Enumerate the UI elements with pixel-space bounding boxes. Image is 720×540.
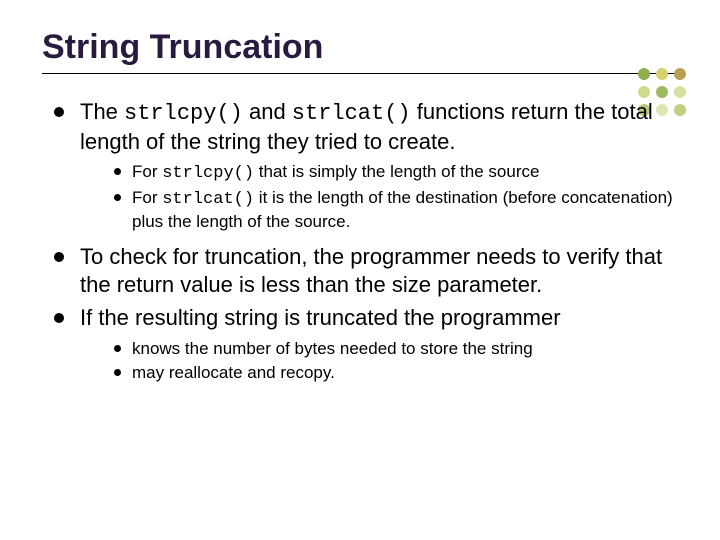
title-underline (42, 73, 682, 74)
bullet-item: To check for truncation, the programmer … (54, 243, 678, 298)
slide: String Truncation The strlcpy() and strl… (0, 0, 720, 540)
text: The (80, 99, 124, 124)
text: For (132, 188, 162, 207)
text: If the resulting string is truncated the… (80, 305, 561, 330)
bullet-item: The strlcpy() and strlcat() functions re… (54, 98, 678, 233)
text: may reallocate and recopy. (132, 363, 335, 382)
dot-icon (638, 86, 650, 98)
bullet-list: The strlcpy() and strlcat() functions re… (42, 98, 678, 384)
dot-icon (674, 68, 686, 80)
dot-icon (638, 68, 650, 80)
code-text: strlcat() (292, 101, 411, 126)
sub-bullet-item: knows the number of bytes needed to stor… (114, 338, 678, 360)
code-text: strlcpy() (162, 164, 254, 183)
text: knows the number of bytes needed to stor… (132, 339, 533, 358)
sub-bullet-list: For strlcpy() that is simply the length … (80, 161, 678, 233)
code-text: strlcat() (162, 190, 254, 209)
dot-icon (656, 86, 668, 98)
sub-bullet-item: For strlcat() it is the length of the de… (114, 187, 678, 233)
dot-icon (674, 86, 686, 98)
dot-icon (656, 68, 668, 80)
text: and (243, 99, 292, 124)
sub-bullet-item: For strlcpy() that is simply the length … (114, 161, 678, 185)
text: For (132, 162, 162, 181)
sub-bullet-list: knows the number of bytes needed to stor… (80, 338, 678, 384)
text: To check for truncation, the programmer … (80, 244, 662, 297)
text: that is simply the length of the source (254, 162, 539, 181)
slide-title: String Truncation (42, 28, 678, 67)
sub-bullet-item: may reallocate and recopy. (114, 362, 678, 384)
bullet-item: If the resulting string is truncated the… (54, 304, 678, 384)
code-text: strlcpy() (124, 101, 243, 126)
